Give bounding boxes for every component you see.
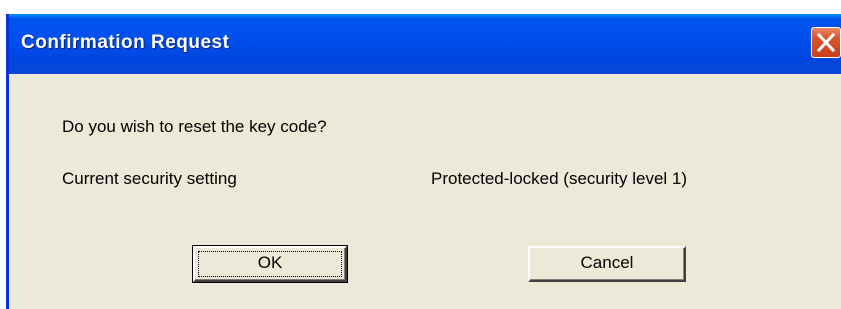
confirmation-question: Do you wish to reset the key code?: [62, 117, 327, 136]
close-button[interactable]: [811, 27, 841, 58]
cancel-button-label: Cancel: [580, 253, 634, 272]
security-setting-label: Current security setting: [62, 169, 237, 188]
title-bar[interactable]: Confirmation Request: [9, 14, 841, 74]
cancel-button[interactable]: Cancel: [528, 246, 686, 282]
focus-ring: [198, 251, 342, 277]
close-icon: [816, 32, 836, 53]
ok-button[interactable]: OK: [192, 245, 348, 283]
security-setting-value: Protected-locked (security level 1): [431, 169, 688, 188]
confirmation-dialog: Confirmation Request Do you wish to rese…: [6, 14, 841, 309]
dialog-title: Confirmation Request: [21, 32, 230, 53]
